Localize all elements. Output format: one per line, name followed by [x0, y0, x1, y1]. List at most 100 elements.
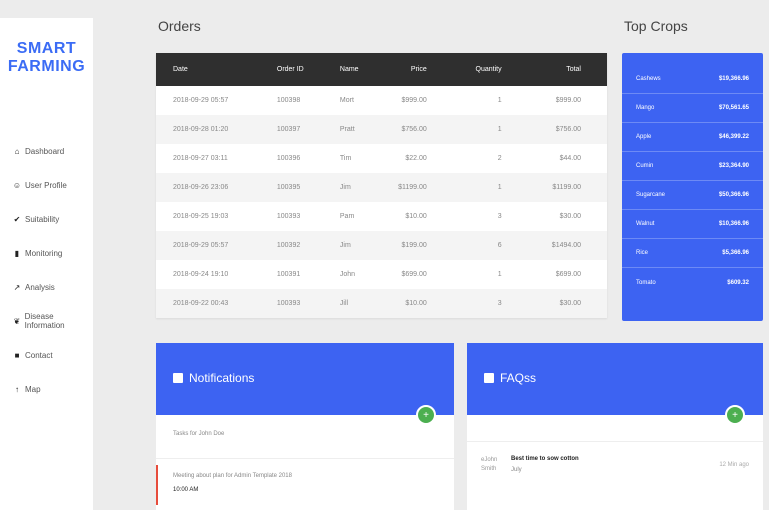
table-cell: 1 [497, 126, 502, 133]
bar-chart-icon: ▮ [14, 248, 20, 258]
table-row[interactable]: 2018-09-29 05:57 100392 Jim $199.00 6 $1494.0… [156, 231, 607, 260]
crop-row: Apple $46,399.22 [622, 123, 763, 152]
table-cell: $22.00 [405, 155, 427, 162]
table-cell: $756.00 [401, 126, 427, 133]
top-crops-title: Top Crops [624, 18, 688, 34]
plus-icon: + [423, 409, 429, 421]
table-row[interactable]: 2018-09-22 00:43 100393 Jill $10.00 3 $30.00 [156, 289, 607, 318]
plus-icon: + [732, 409, 738, 421]
app-logo[interactable]: SMART FARMING [0, 40, 93, 76]
crop-value: $19,366.96 [718, 76, 749, 82]
faq-answer: July [511, 467, 522, 473]
table-cell: $999.00 [555, 97, 581, 104]
table-cell: 1 [497, 271, 502, 278]
sidebar: SMART FARMING ⌂ Dashboard ☺ User Profile ✔… [0, 18, 93, 510]
table-cell: $10.00 [405, 213, 427, 220]
crop-row: Walnut $10,366.96 [622, 210, 763, 239]
table-cell: 1 [497, 184, 502, 191]
table-row[interactable]: 2018-09-26 23:06 100395 Jim $1199.00 1 $1199.… [156, 173, 607, 202]
table-cell: $199.00 [401, 242, 427, 249]
table-cell: 2018-09-27 03:11 [173, 155, 228, 162]
logo-line-1: SMART [16, 40, 77, 57]
faqs-title: FAQss [500, 371, 537, 385]
table-cell: 1 [497, 97, 502, 104]
notification-text: Meeting about plan for Admin Template 20… [173, 473, 292, 479]
home-icon: ⌂ [14, 146, 20, 156]
table-cell: 3 [497, 213, 502, 220]
sidebar-item-analysis[interactable]: ↗ Analysis [0, 270, 93, 304]
orders-title: Orders [158, 18, 201, 34]
column-header-total[interactable]: Total [528, 53, 607, 86]
table-row[interactable]: 2018-09-27 03:11 100396 Tim $22.00 2 $44.00 [156, 144, 607, 173]
column-header-date[interactable]: Date [156, 53, 260, 86]
crop-name: Tomato [636, 279, 656, 286]
table-cell: 2 [497, 155, 502, 162]
sidebar-item-label: Analysis [25, 282, 55, 292]
crop-name: Cumin [636, 163, 654, 169]
list-item[interactable]: eJohn Smith Best time to sow cotton July… [467, 441, 763, 488]
sidebar-nav: ⌂ Dashboard ☺ User Profile ✔ Suitability ▮ M… [0, 134, 93, 406]
sidebar-item-suitability[interactable]: ✔ Suitability [0, 202, 93, 236]
crop-name: Walnut [636, 221, 655, 227]
column-header-price[interactable]: Price [374, 53, 453, 86]
table-cell: 2018-09-22 00:43 [173, 300, 229, 307]
column-header-name[interactable]: Name [323, 53, 374, 86]
table-cell: 2018-09-29 05:57 [173, 97, 229, 104]
sidebar-item-dashboard[interactable]: ⌂ Dashboard [0, 134, 93, 168]
table-row[interactable]: 2018-09-29 05:57 100398 Mort $999.00 1 $999.0… [156, 86, 607, 115]
table-cell: 100391 [276, 271, 301, 278]
user-icon: ☺ [12, 180, 22, 190]
sidebar-item-disease-information[interactable]: ❦ Disease Information [0, 304, 93, 338]
table-cell: Pam [339, 213, 355, 220]
table-row[interactable]: 2018-09-28 01:20 100397 Pratt $756.00 1 $756.… [156, 115, 607, 144]
line-chart-icon: ↗ [13, 282, 21, 292]
crop-value: $23,364.90 [718, 163, 749, 169]
faqs-header: FAQss + [467, 343, 763, 425]
crop-value: $50,366.96 [718, 192, 749, 198]
table-cell: 2018-09-26 23:06 [173, 184, 229, 191]
table-row[interactable]: 2018-09-24 19:10 100391 John $699.00 1 $699.0… [156, 260, 607, 289]
crop-row: Rice $5,366.96 [622, 239, 763, 268]
sidebar-item-label: Disease Information [24, 312, 65, 330]
table-row[interactable]: 2018-09-25 19:03 100393 Pam $10.00 3 $30.00 [156, 202, 607, 231]
crop-row: Cashews $19,366.96 [622, 65, 763, 94]
table-cell: Jill [339, 300, 349, 307]
table-cell: $1494.00 [551, 242, 581, 249]
table-header-row: Date Order ID Name Price Quantity Total [156, 53, 607, 86]
sidebar-item-label: Contact [25, 350, 53, 360]
crop-name: Sugarcane [636, 192, 666, 198]
leaf-icon: ❦ [13, 316, 21, 326]
table-cell: $999.00 [401, 97, 427, 104]
sidebar-item-user-profile[interactable]: ☺ User Profile [0, 168, 93, 202]
crop-value: $5,366.96 [722, 250, 749, 256]
table-cell: 6 [497, 242, 502, 249]
list-item[interactable]: Meeting about plan for Admin Template 20… [156, 465, 454, 505]
table-cell: $44.00 [559, 155, 581, 162]
add-faq-button[interactable]: + [725, 405, 745, 425]
table-cell: $699.00 [401, 271, 427, 278]
notifications-subtitle: Tasks for John Doe [156, 415, 454, 459]
sidebar-item-monitoring[interactable]: ▮ Monitoring [0, 236, 93, 270]
sidebar-item-label: Suitability [25, 214, 60, 224]
crop-name: Apple [636, 134, 652, 140]
table-cell: $30.00 [559, 213, 581, 220]
add-notification-button[interactable]: + [416, 405, 436, 425]
notifications-header: Notifications + [156, 343, 454, 425]
sidebar-item-contact[interactable]: ■ Contact [0, 338, 93, 372]
notifications-title: Notifications [189, 371, 255, 385]
column-header-order-id[interactable]: Order ID [260, 53, 323, 86]
crop-value: $609.32 [727, 279, 749, 286]
table-cell: $1199.00 [398, 184, 427, 191]
table-cell: 3 [497, 300, 502, 307]
table-cell: 100397 [276, 126, 301, 133]
sidebar-item-label: Monitoring [25, 248, 63, 258]
faq-time-ago: 12 Min ago [719, 462, 749, 468]
contact-card-icon: ■ [14, 350, 20, 360]
table-cell: Pratt [339, 126, 355, 133]
faq-author: eJohn Smith [481, 457, 498, 472]
column-header-quantity[interactable]: Quantity [453, 53, 528, 86]
faqs-panel: FAQss + eJohn Smith Best time to sow cot… [467, 343, 763, 510]
orders-table-card: Date Order ID Name Price Quantity Total … [156, 53, 607, 318]
notifications-panel: Notifications + Tasks for John Doe Meeti… [156, 343, 454, 510]
sidebar-item-map[interactable]: ↑ Map [0, 372, 93, 406]
